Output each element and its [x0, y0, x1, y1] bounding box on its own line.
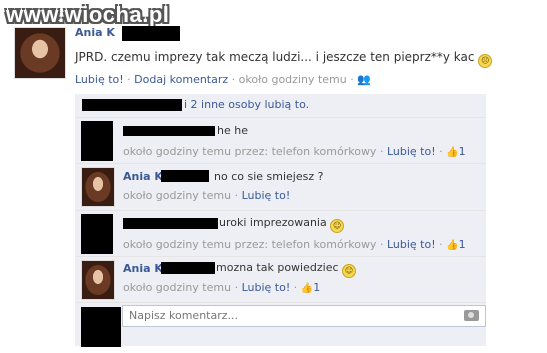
- like-count[interactable]: 1: [459, 238, 466, 251]
- comment-meta: około godziny temu przez: telefon komórk…: [123, 238, 377, 251]
- like-count[interactable]: 1: [459, 145, 466, 158]
- post-text: JPRD. czemu imprezy tak meczą ludzi... i…: [75, 50, 493, 68]
- smiley-icon: ☺: [342, 264, 357, 278]
- separator: ·: [293, 281, 298, 294]
- commenter-name[interactable]: Ania K: [123, 170, 163, 183]
- commenter-avatar[interactable]: [81, 214, 113, 254]
- separator: ·: [379, 145, 384, 158]
- comment-text: he he: [217, 124, 248, 137]
- separator: ·: [350, 73, 354, 86]
- post-like-link[interactable]: Lubię to!: [75, 73, 124, 86]
- camera-icon[interactable]: [464, 310, 479, 321]
- smiley-icon: ☹: [478, 54, 493, 68]
- comment-meta-row: około godziny temu · Lubię to! · 👍1: [123, 281, 320, 294]
- people-icon: 👥: [357, 73, 371, 86]
- separator: ·: [379, 238, 384, 251]
- comment-meta-row: około godziny temu przez: telefon komórk…: [123, 145, 466, 158]
- smiley-icon: ☺: [330, 219, 345, 233]
- separator: ·: [231, 73, 236, 86]
- separator: ·: [127, 73, 131, 86]
- viewer-avatar: [81, 307, 121, 347]
- thumbs-up-icon[interactable]: 👍: [301, 283, 313, 294]
- likes-summary[interactable]: i 2 inne osoby lubią to.: [184, 98, 309, 111]
- comment-like-link[interactable]: Lubię to!: [387, 145, 436, 158]
- comment-item: uroki imprezowania ☺ około godziny temu …: [75, 210, 486, 256]
- commenter-name[interactable]: Ania K: [123, 262, 163, 275]
- redaction-bar: [161, 262, 215, 274]
- thumbs-up-icon[interactable]: 👍: [446, 147, 458, 158]
- likes-text[interactable]: i 2 inne osoby lubią to.: [184, 98, 309, 111]
- redaction-bar: [122, 26, 180, 41]
- thumbs-up-icon[interactable]: 👍: [446, 240, 458, 251]
- post-comment-link[interactable]: Dodaj komentarz: [134, 73, 228, 86]
- post-author-avatar[interactable]: [14, 27, 66, 79]
- commenter-avatar[interactable]: [81, 167, 115, 207]
- separator: ·: [234, 189, 239, 202]
- comment-meta: około godziny temu: [123, 189, 232, 202]
- separator: ·: [439, 238, 443, 251]
- likes-row: i 2 inne osoby lubią to.: [75, 94, 486, 116]
- redaction-bar: [123, 126, 215, 136]
- comment-text: uroki imprezowania: [219, 216, 327, 229]
- commenter-avatar[interactable]: [81, 121, 113, 161]
- like-count[interactable]: 1: [313, 281, 320, 294]
- comment-text: mozna tak powiedziec: [216, 261, 339, 274]
- comment-like-link[interactable]: Lubię to!: [242, 281, 291, 294]
- avatar-image: [82, 261, 114, 299]
- comment-input[interactable]: Napisz komentarz...: [122, 305, 486, 327]
- comment-meta: około godziny temu przez: telefon komórk…: [123, 145, 377, 158]
- post-timestamp: około godziny temu: [238, 73, 347, 86]
- comment-text-row: uroki imprezowania ☺: [219, 216, 345, 233]
- comment-meta-row: około godziny temu · Lubię to!: [123, 189, 290, 202]
- post-author-name[interactable]: Ania K: [75, 26, 115, 39]
- comment-meta-row: około godziny temu przez: telefon komórk…: [123, 238, 466, 251]
- comment-item: Ania K mozna tak powiedziec ☺ około godz…: [75, 256, 486, 302]
- separator: ·: [234, 281, 239, 294]
- post-actions: Lubię to! · Dodaj komentarz · około godz…: [75, 73, 371, 86]
- commenter-avatar[interactable]: [81, 260, 115, 300]
- redaction-bar: [161, 170, 209, 182]
- comment-like-link[interactable]: Lubię to!: [242, 189, 291, 202]
- post-text-content: JPRD. czemu imprezy tak meczą ludzi... i…: [75, 50, 475, 64]
- watermark: www.wiocha.pl: [6, 2, 170, 27]
- avatar-image: [15, 28, 65, 78]
- separator: ·: [439, 145, 443, 158]
- comment-like-link[interactable]: Lubię to!: [387, 238, 436, 251]
- redaction-bar: [123, 218, 218, 229]
- comment-text: no co sie smiejesz ?: [214, 170, 324, 183]
- redaction-bar: [82, 99, 182, 111]
- comment-item: he he około godziny temu przez: telefon …: [75, 117, 486, 163]
- comment-text-row: mozna tak powiedziec ☺: [216, 261, 357, 278]
- comment-input-placeholder: Napisz komentarz...: [129, 309, 239, 322]
- comment-item: Ania K no co sie smiejesz ? około godzin…: [75, 163, 486, 210]
- comment-meta: około godziny temu: [123, 281, 232, 294]
- avatar-image: [82, 168, 114, 206]
